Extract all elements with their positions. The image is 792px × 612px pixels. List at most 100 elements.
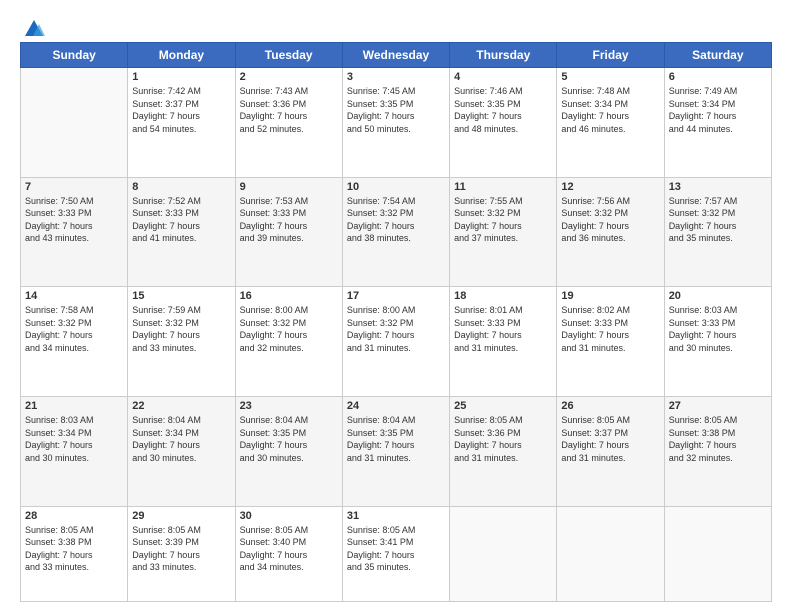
weekday-header-monday: Monday [128, 43, 235, 68]
day-number: 7 [25, 181, 123, 193]
calendar-cell: 6 Sunrise: 7:49 AM Sunset: 3:34 PM Daylig… [664, 68, 771, 178]
calendar-week-row: 21 Sunrise: 8:03 AM Sunset: 3:34 PM Dayli… [21, 396, 772, 506]
day-number: 20 [669, 290, 767, 302]
calendar-cell: 7 Sunrise: 7:50 AM Sunset: 3:33 PM Daylig… [21, 177, 128, 287]
calendar-table: SundayMondayTuesdayWednesdayThursdayFrid… [20, 42, 772, 602]
calendar-cell: 21 Sunrise: 8:03 AM Sunset: 3:34 PM Dayli… [21, 396, 128, 506]
day-info: Sunrise: 8:04 AM Sunset: 3:35 PM Dayligh… [240, 414, 338, 464]
calendar-cell: 13 Sunrise: 7:57 AM Sunset: 3:32 PM Dayli… [664, 177, 771, 287]
day-number: 14 [25, 290, 123, 302]
day-number: 30 [240, 510, 338, 522]
calendar-cell: 2Sunrise: 7:43 AM Sunset: 3:36 PM Daylig… [235, 68, 342, 178]
calendar-cell: 25 Sunrise: 8:05 AM Sunset: 3:36 PM Dayli… [450, 396, 557, 506]
day-info: Sunrise: 7:55 AM Sunset: 3:32 PM Dayligh… [454, 195, 552, 245]
day-info: Sunrise: 8:04 AM Sunset: 3:34 PM Dayligh… [132, 414, 230, 464]
day-number: 11 [454, 181, 552, 193]
calendar-cell [21, 68, 128, 178]
day-number: 28 [25, 510, 123, 522]
day-number: 16 [240, 290, 338, 302]
day-number: 1 [132, 71, 230, 83]
day-info: Sunrise: 7:58 AM Sunset: 3:32 PM Dayligh… [25, 304, 123, 354]
day-info: Sunrise: 7:45 AM Sunset: 3:35 PM Dayligh… [347, 85, 445, 135]
day-number: 8 [132, 181, 230, 193]
day-number: 31 [347, 510, 445, 522]
calendar-cell: 18Sunrise: 8:01 AM Sunset: 3:33 PM Dayli… [450, 287, 557, 397]
weekday-header-row: SundayMondayTuesdayWednesdayThursdayFrid… [21, 43, 772, 68]
calendar-cell: 24 Sunrise: 8:04 AM Sunset: 3:35 PM Dayli… [342, 396, 449, 506]
day-number: 18 [454, 290, 552, 302]
day-number: 24 [347, 400, 445, 412]
day-number: 25 [454, 400, 552, 412]
day-info: Sunrise: 7:42 AM Sunset: 3:37 PM Dayligh… [132, 85, 230, 135]
day-info: Sunrise: 8:05 AM Sunset: 3:41 PM Dayligh… [347, 524, 445, 574]
day-number: 3 [347, 71, 445, 83]
day-number: 19 [561, 290, 659, 302]
day-info: Sunrise: 7:43 AM Sunset: 3:36 PM Dayligh… [240, 85, 338, 135]
calendar-cell: 23 Sunrise: 8:04 AM Sunset: 3:35 PM Dayli… [235, 396, 342, 506]
calendar-cell: 29 Sunrise: 8:05 AM Sunset: 3:39 PM Dayli… [128, 506, 235, 601]
weekday-header-wednesday: Wednesday [342, 43, 449, 68]
day-info: Sunrise: 7:46 AM Sunset: 3:35 PM Dayligh… [454, 85, 552, 135]
calendar-cell: 10 Sunrise: 7:54 AM Sunset: 3:32 PM Dayli… [342, 177, 449, 287]
day-info: Sunrise: 8:05 AM Sunset: 3:39 PM Dayligh… [132, 524, 230, 574]
page: SundayMondayTuesdayWednesdayThursdayFrid… [0, 0, 792, 612]
day-info: Sunrise: 8:00 AM Sunset: 3:32 PM Dayligh… [347, 304, 445, 354]
calendar-cell: 15 Sunrise: 7:59 AM Sunset: 3:32 PM Dayli… [128, 287, 235, 397]
day-info: Sunrise: 8:05 AM Sunset: 3:38 PM Dayligh… [669, 414, 767, 464]
day-number: 9 [240, 181, 338, 193]
header [20, 18, 772, 36]
calendar-cell: 1 Sunrise: 7:42 AM Sunset: 3:37 PM Daylig… [128, 68, 235, 178]
calendar-cell: 11 Sunrise: 7:55 AM Sunset: 3:32 PM Dayli… [450, 177, 557, 287]
weekday-header-tuesday: Tuesday [235, 43, 342, 68]
logo-icon [23, 18, 45, 40]
weekday-header-sunday: Sunday [21, 43, 128, 68]
calendar-cell [664, 506, 771, 601]
day-info: Sunrise: 8:00 AM Sunset: 3:32 PM Dayligh… [240, 304, 338, 354]
day-number: 26 [561, 400, 659, 412]
day-number: 21 [25, 400, 123, 412]
calendar-cell: 27 Sunrise: 8:05 AM Sunset: 3:38 PM Dayli… [664, 396, 771, 506]
day-number: 4 [454, 71, 552, 83]
day-info: Sunrise: 8:05 AM Sunset: 3:38 PM Dayligh… [25, 524, 123, 574]
day-number: 23 [240, 400, 338, 412]
calendar-week-row: 7 Sunrise: 7:50 AM Sunset: 3:33 PM Daylig… [21, 177, 772, 287]
day-number: 10 [347, 181, 445, 193]
day-info: Sunrise: 8:04 AM Sunset: 3:35 PM Dayligh… [347, 414, 445, 464]
day-info: Sunrise: 7:53 AM Sunset: 3:33 PM Dayligh… [240, 195, 338, 245]
calendar-cell: 26 Sunrise: 8:05 AM Sunset: 3:37 PM Dayli… [557, 396, 664, 506]
day-info: Sunrise: 8:05 AM Sunset: 3:37 PM Dayligh… [561, 414, 659, 464]
weekday-header-thursday: Thursday [450, 43, 557, 68]
day-number: 17 [347, 290, 445, 302]
logo [20, 18, 45, 36]
day-info: Sunrise: 8:03 AM Sunset: 3:34 PM Dayligh… [25, 414, 123, 464]
calendar-cell [557, 506, 664, 601]
day-info: Sunrise: 7:57 AM Sunset: 3:32 PM Dayligh… [669, 195, 767, 245]
calendar-cell: 16 Sunrise: 8:00 AM Sunset: 3:32 PM Dayli… [235, 287, 342, 397]
day-number: 27 [669, 400, 767, 412]
day-info: Sunrise: 7:50 AM Sunset: 3:33 PM Dayligh… [25, 195, 123, 245]
day-info: Sunrise: 7:49 AM Sunset: 3:34 PM Dayligh… [669, 85, 767, 135]
day-number: 29 [132, 510, 230, 522]
day-info: Sunrise: 7:59 AM Sunset: 3:32 PM Dayligh… [132, 304, 230, 354]
calendar-cell: 30Sunrise: 8:05 AM Sunset: 3:40 PM Dayli… [235, 506, 342, 601]
calendar-cell: 4 Sunrise: 7:46 AM Sunset: 3:35 PM Daylig… [450, 68, 557, 178]
day-number: 6 [669, 71, 767, 83]
day-info: Sunrise: 8:05 AM Sunset: 3:36 PM Dayligh… [454, 414, 552, 464]
day-info: Sunrise: 7:52 AM Sunset: 3:33 PM Dayligh… [132, 195, 230, 245]
calendar-cell: 28 Sunrise: 8:05 AM Sunset: 3:38 PM Dayli… [21, 506, 128, 601]
calendar-week-row: 28 Sunrise: 8:05 AM Sunset: 3:38 PM Dayli… [21, 506, 772, 601]
day-number: 22 [132, 400, 230, 412]
day-info: Sunrise: 8:03 AM Sunset: 3:33 PM Dayligh… [669, 304, 767, 354]
weekday-header-friday: Friday [557, 43, 664, 68]
calendar-cell: 17 Sunrise: 8:00 AM Sunset: 3:32 PM Dayli… [342, 287, 449, 397]
weekday-header-saturday: Saturday [664, 43, 771, 68]
calendar-cell: 8 Sunrise: 7:52 AM Sunset: 3:33 PM Daylig… [128, 177, 235, 287]
day-number: 13 [669, 181, 767, 193]
calendar-cell: 22 Sunrise: 8:04 AM Sunset: 3:34 PM Dayli… [128, 396, 235, 506]
calendar-cell: 5Sunrise: 7:48 AM Sunset: 3:34 PM Daylig… [557, 68, 664, 178]
calendar-cell: 9 Sunrise: 7:53 AM Sunset: 3:33 PM Daylig… [235, 177, 342, 287]
day-info: Sunrise: 7:54 AM Sunset: 3:32 PM Dayligh… [347, 195, 445, 245]
day-number: 5 [561, 71, 659, 83]
day-number: 15 [132, 290, 230, 302]
calendar-week-row: 1 Sunrise: 7:42 AM Sunset: 3:37 PM Daylig… [21, 68, 772, 178]
